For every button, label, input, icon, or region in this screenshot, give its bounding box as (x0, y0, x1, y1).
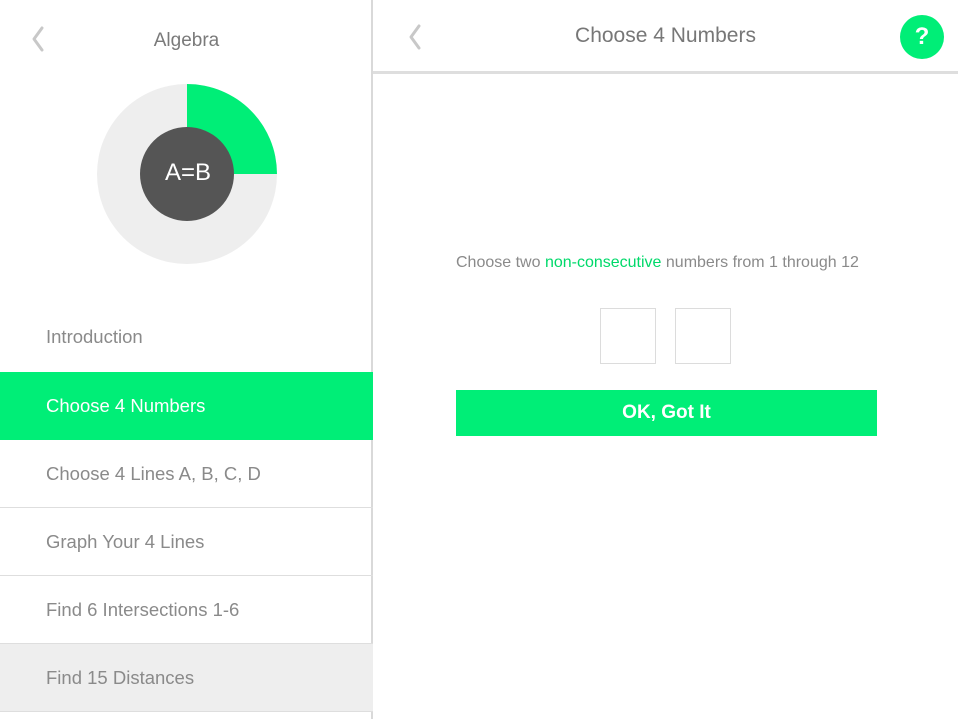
top-bar: Choose 4 Numbers ? (373, 0, 958, 74)
number-input-1[interactable] (600, 308, 656, 364)
instruction-after: numbers from 1 through 12 (661, 254, 859, 271)
instruction-text: Choose two non-consecutive numbers from … (456, 253, 886, 273)
menu-item-find-15-distances[interactable]: Find 15 Distances (0, 644, 373, 712)
menu-item-graph-your-4-lines[interactable]: Graph Your 4 Lines (0, 508, 373, 576)
help-button[interactable]: ? (900, 15, 944, 59)
instruction-highlight: non-consecutive (544, 254, 662, 271)
menu-item-choose-4-numbers[interactable]: Choose 4 Numbers (0, 372, 373, 440)
ok-got-it-button[interactable]: OK, Got It (456, 390, 877, 436)
instruction-before: Choose two (456, 254, 545, 271)
menu-item-find-6-intersections[interactable]: Find 6 Intersections 1-6 (0, 576, 373, 644)
number-input-2[interactable] (675, 308, 731, 364)
page-title: Choose 4 Numbers (575, 24, 756, 47)
lesson-menu: Introduction Choose 4 Numbers Choose 4 L… (0, 302, 373, 712)
menu-item-introduction[interactable]: Introduction (0, 302, 373, 372)
question-mark-icon: ? (914, 23, 930, 50)
sidebar-title: Algebra (153, 30, 220, 51)
main-panel: Choose 4 Numbers ? Choose two non-consec… (373, 0, 958, 719)
sidebar: Algebra A=B Introduction Choose 4 Number… (0, 0, 373, 719)
progress-label: A=B (164, 159, 212, 186)
menu-item-choose-4-lines[interactable]: Choose 4 Lines A, B, C, D (0, 440, 373, 508)
